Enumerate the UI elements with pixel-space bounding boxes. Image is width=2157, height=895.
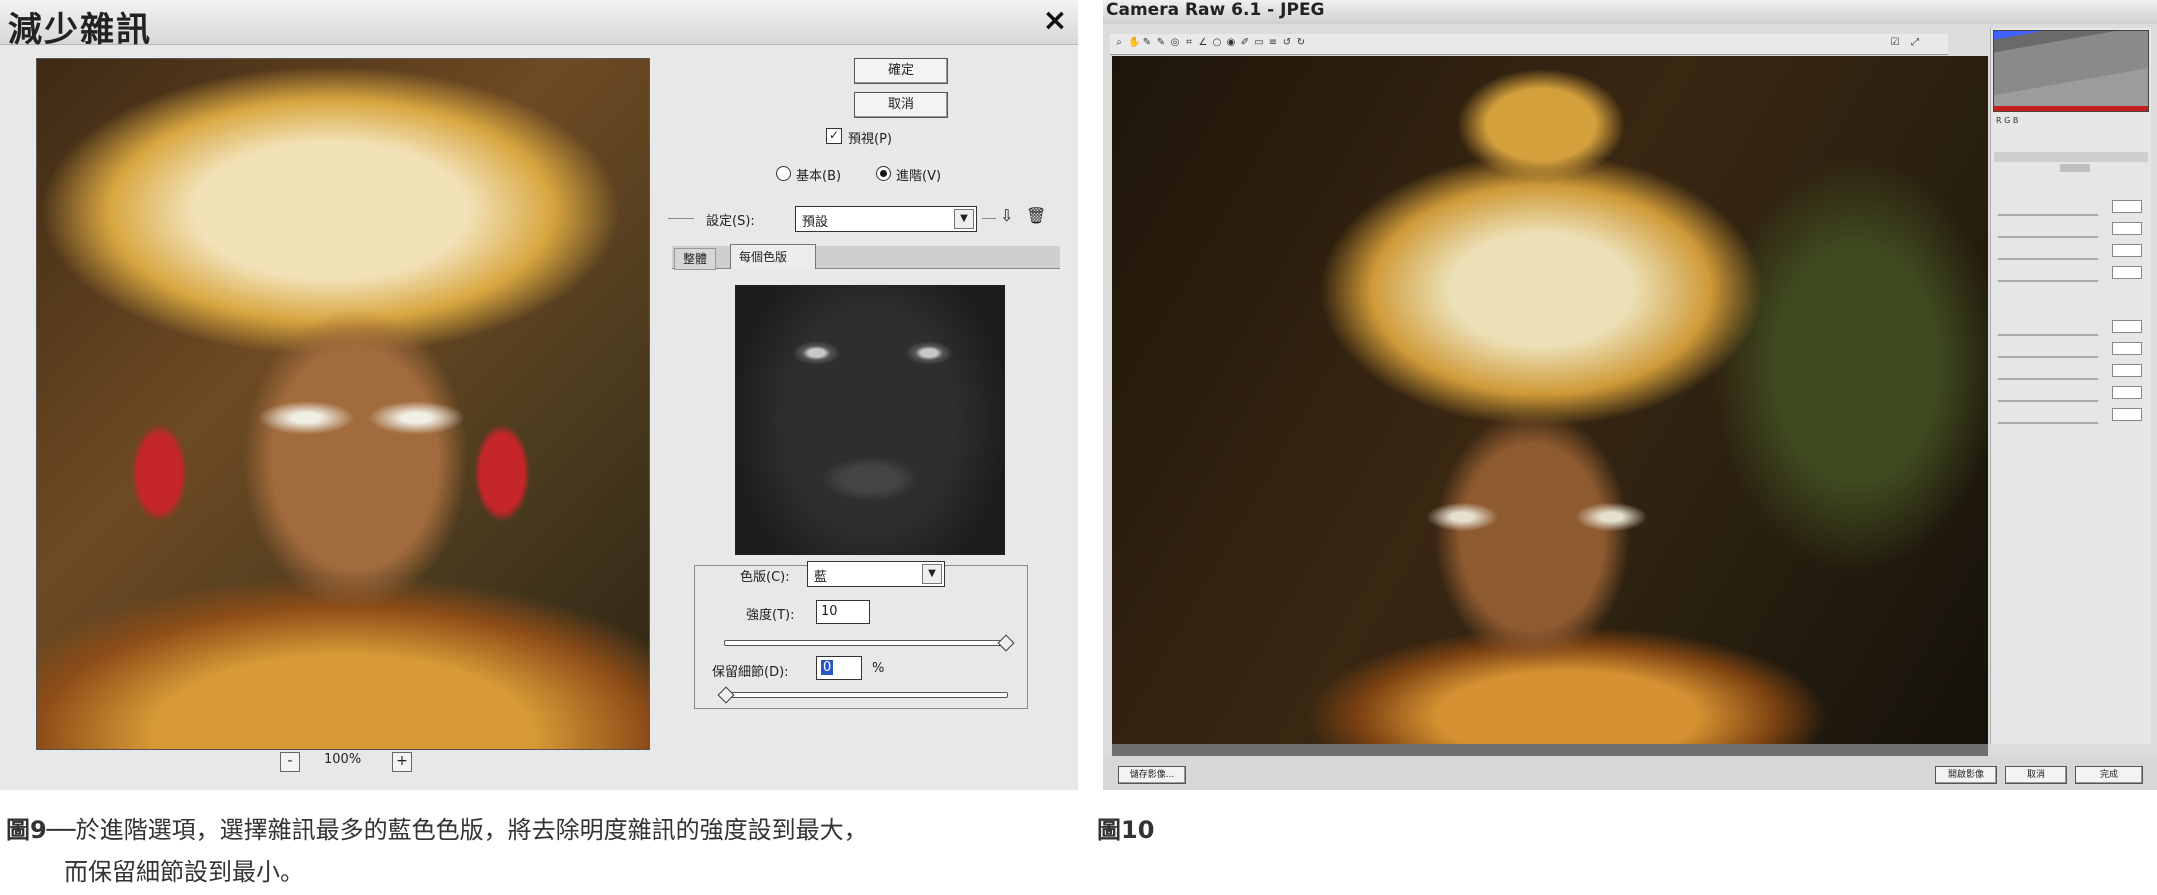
camera-raw-cancel-button[interactable]: 取消 <box>2005 766 2067 784</box>
luminance-field[interactable] <box>2112 320 2142 333</box>
sharpen-detail-slider[interactable] <box>1998 258 2098 260</box>
tab-per-channel[interactable]: 每個色版 <box>730 244 817 269</box>
strength-slider[interactable] <box>724 640 1008 646</box>
luminance-detail-slider[interactable] <box>1998 356 2098 358</box>
rotate-left-icon[interactable]: ↺ <box>1282 37 1292 49</box>
luminance-contrast-slider[interactable] <box>1998 378 2098 380</box>
figure-9-caption-line2: 而保留細節設到最小。 <box>64 858 304 886</box>
preview-image[interactable] <box>36 58 650 750</box>
zoom-in-button[interactable]: + <box>392 752 412 772</box>
detail-tab[interactable] <box>2060 164 2090 172</box>
figure-10-number: 圖10 <box>1097 816 1155 844</box>
panel-tabs[interactable] <box>1994 152 2148 162</box>
strength-field[interactable]: 10 <box>816 600 870 624</box>
settings-value: 預設 <box>802 215 829 230</box>
histogram <box>1993 30 2149 112</box>
zoom-out-button[interactable]: - <box>280 752 300 772</box>
spot-removal-icon[interactable]: ○ <box>1212 37 1222 49</box>
red-eye-icon[interactable]: ◉ <box>1226 37 1236 49</box>
preserve-details-label: 保留細節(D): <box>712 665 789 680</box>
luminance-slider[interactable] <box>1998 334 2098 336</box>
figure-9-text-line1: ──於進階選項，選擇雜訊最多的藍色色版，將去除明度雜訊的強度設到最大， <box>46 816 868 844</box>
camera-raw-toolbar: ⌕ ✋ ✎ ✎ ◎ ⌗ ∠ ○ ◉ ✐ ▭ ≡ ↺ ↻ ☑ ⤢ <box>1110 34 1948 55</box>
sharpen-radius-slider[interactable] <box>1998 236 2098 238</box>
strength-label: 強度(T): <box>746 608 795 623</box>
save-preset-icon[interactable]: ⇩ <box>1000 206 1013 225</box>
settings-divider-left <box>668 218 694 219</box>
ok-button[interactable]: 確定 <box>854 58 948 84</box>
hand-tool-icon[interactable]: ✋ <box>1128 37 1140 49</box>
save-image-button[interactable]: 儲存影像... <box>1118 766 1186 784</box>
crop-tool-icon[interactable]: ⌗ <box>1184 37 1194 49</box>
zoom-tool-icon[interactable]: ⌕ <box>1114 37 1124 49</box>
done-button[interactable]: 完成 <box>2075 766 2143 784</box>
preserve-details-value: 0 <box>821 660 834 675</box>
mode-basic-label: 基本(B) <box>796 169 842 184</box>
luminance-contrast-field[interactable] <box>2112 364 2142 377</box>
cancel-button[interactable]: 取消 <box>854 92 948 118</box>
color-detail-field[interactable] <box>2112 408 2142 421</box>
sharpen-masking-slider[interactable] <box>1998 280 2098 282</box>
channel-select[interactable]: 藍 ▼ <box>807 561 945 587</box>
open-image-button[interactable]: 開啟影像 <box>1935 766 1997 784</box>
mode-advanced-label: 進階(V) <box>896 169 942 184</box>
dialog-title: 減少雜訊 <box>8 10 152 50</box>
zoom-level: 100% <box>324 752 362 767</box>
channel-value: 藍 <box>814 570 828 585</box>
channel-label: 色版(C): <box>738 566 792 585</box>
luminance-detail-field[interactable] <box>2112 342 2142 355</box>
trash-icon[interactable]: 🗑 <box>1026 206 1046 225</box>
sharpen-radius-field[interactable] <box>2112 222 2142 235</box>
preview-label: 預視(P) <box>848 132 892 147</box>
mode-basic-radio[interactable] <box>776 166 791 181</box>
camera-raw-title: Camera Raw 6.1 - JPEG <box>1106 0 1325 20</box>
chevron-down-icon: ▼ <box>954 209 974 229</box>
figure-9-number: 圖9 <box>6 816 47 844</box>
preferences-icon[interactable]: ≡ <box>1268 37 1278 49</box>
color-detail-slider[interactable] <box>1998 422 2098 424</box>
graduated-filter-icon[interactable]: ▭ <box>1254 37 1264 49</box>
color-slider[interactable] <box>1998 400 2098 402</box>
settings-divider-right <box>982 218 996 219</box>
white-balance-tool-icon[interactable]: ✎ <box>1142 37 1152 49</box>
preserve-details-slider[interactable] <box>724 692 1008 698</box>
preview-toggle-icon[interactable]: ☑ <box>1890 37 1900 49</box>
preview-checkbox[interactable]: ✓ <box>826 128 842 144</box>
fullscreen-icon[interactable]: ⤢ <box>1910 37 1920 49</box>
figure-9-caption: 圖9──於進階選項，選擇雜訊最多的藍色色版，將去除明度雜訊的強度設到最大， <box>6 810 868 845</box>
preserve-details-field[interactable]: 0 <box>816 656 862 680</box>
rgb-readout-icon: R G B <box>1996 116 2019 125</box>
close-icon[interactable]: × <box>1040 6 1070 36</box>
camera-raw-footer <box>1103 756 2157 790</box>
channel-preview-image[interactable] <box>735 285 1005 555</box>
sharpen-amount-slider[interactable] <box>1998 214 2098 216</box>
targeted-adjustment-icon[interactable]: ◎ <box>1170 37 1180 49</box>
sharpen-detail-field[interactable] <box>2112 244 2142 257</box>
straighten-tool-icon[interactable]: ∠ <box>1198 37 1208 49</box>
adjustment-brush-icon[interactable]: ✐ <box>1240 37 1250 49</box>
tab-overall[interactable]: 整體 <box>674 248 717 270</box>
settings-select[interactable]: 預設 ▼ <box>795 206 977 232</box>
mode-advanced-radio[interactable] <box>876 166 891 181</box>
dialog-titlebar <box>0 0 1078 45</box>
rotate-right-icon[interactable]: ↻ <box>1296 37 1306 49</box>
settings-label: 設定(S): <box>706 214 755 229</box>
sharpen-masking-field[interactable] <box>2112 266 2142 279</box>
sharpen-amount-field[interactable] <box>2112 200 2142 213</box>
color-sampler-icon[interactable]: ✎ <box>1156 37 1166 49</box>
color-field[interactable] <box>2112 386 2142 399</box>
camera-raw-preview-image[interactable] <box>1112 56 1988 744</box>
camera-raw-status-bar <box>1112 744 1988 756</box>
chevron-down-icon: ▼ <box>922 564 942 584</box>
preserve-details-unit: % <box>872 661 885 676</box>
